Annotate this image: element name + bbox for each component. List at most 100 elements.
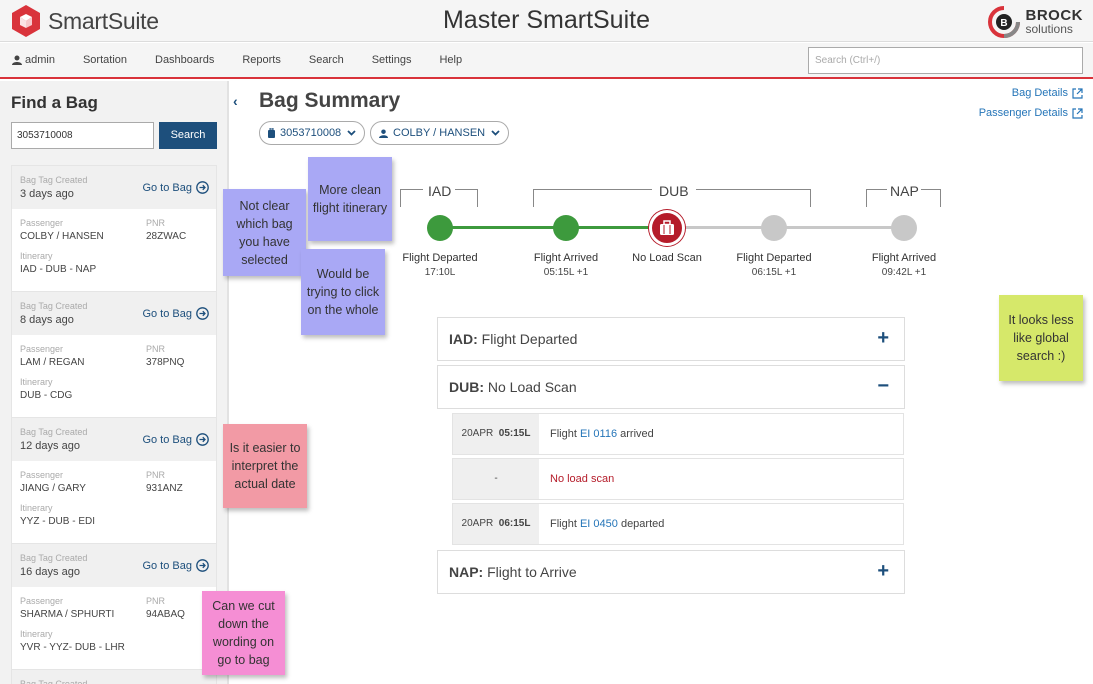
bag-tag-chip-label: 3053710008 bbox=[280, 127, 342, 139]
go-to-bag-link[interactable]: Go to Bag bbox=[142, 433, 209, 446]
timeline-step-dot-alert[interactable] bbox=[649, 210, 685, 246]
accordion-iad[interactable]: IAD: Flight Departed + bbox=[437, 317, 905, 361]
nav-dashboards[interactable]: Dashboards bbox=[155, 54, 214, 66]
main-nav: admin Sortation Dashboards Reports Searc… bbox=[0, 43, 1093, 79]
timeline-step-dot[interactable] bbox=[891, 215, 917, 241]
user-icon bbox=[12, 55, 22, 65]
bag-result-card[interactable]: Bag Tag Created 3 days ago Go to Bag Pas… bbox=[11, 165, 217, 292]
accordion-dub[interactable]: DUB: No Load Scan − bbox=[437, 365, 905, 409]
timeline-step-label: Flight Arrived bbox=[871, 252, 937, 264]
passenger-value: LAM / REGAN bbox=[20, 357, 85, 368]
brock-logo: B BROCK solutions bbox=[986, 5, 1084, 39]
passenger-details-link[interactable]: Passenger Details bbox=[979, 107, 1083, 119]
bag-result-card[interactable]: Bag Tag Created 16 days ago Go to Bag Pa… bbox=[11, 543, 217, 670]
expand-icon[interactable]: + bbox=[877, 327, 889, 350]
expand-icon[interactable]: + bbox=[877, 560, 889, 583]
event-text: Flight EI 0116 arrived bbox=[550, 428, 654, 440]
bag-result-card[interactable]: Bag Tag Created 8 days ago Go to Bag Pas… bbox=[11, 291, 217, 418]
flight-number-link[interactable]: EI 0116 bbox=[580, 428, 617, 440]
pnr-value: 28ZWAC bbox=[146, 231, 187, 242]
pnr-value: 94ABAQ bbox=[146, 609, 185, 620]
window-title: Master SmartSuite bbox=[442, 6, 650, 34]
bag-tag-chip[interactable]: 3053710008 bbox=[259, 121, 366, 145]
timeline-step-time: 17:10L bbox=[424, 267, 456, 278]
passenger-details-label: Passenger Details bbox=[978, 107, 1068, 119]
external-link-icon bbox=[1072, 87, 1083, 99]
chevron-left-icon: ‹ bbox=[233, 93, 238, 109]
sticky-note: More clean flight itinerary bbox=[308, 157, 392, 241]
go-to-bag-label: Go to Bag bbox=[142, 559, 192, 572]
accordion-status: Flight to Arrive bbox=[487, 564, 577, 580]
nav-settings[interactable]: Settings bbox=[372, 54, 412, 66]
timeline-step-time: 05:15L +1 bbox=[543, 267, 589, 278]
passenger-value: COLBY / HANSEN bbox=[20, 231, 104, 242]
event-prefix: Flight bbox=[550, 428, 580, 440]
go-to-bag-link[interactable]: Go to Bag bbox=[142, 559, 209, 572]
nav-search[interactable]: Search bbox=[309, 54, 344, 66]
smartsuite-logo-icon bbox=[12, 5, 40, 37]
timeline-step-dot[interactable] bbox=[427, 215, 453, 241]
passenger-chip[interactable]: COLBY / HANSEN bbox=[370, 121, 510, 145]
bag-tag-search-input[interactable] bbox=[11, 122, 154, 149]
timeline-step-label: No Load Scan bbox=[632, 252, 702, 264]
accordion-status: No Load Scan bbox=[487, 379, 577, 395]
go-to-bag-label: Go to Bag bbox=[142, 181, 192, 194]
itinerary-value: DUB - CDG bbox=[20, 390, 73, 401]
sticky-note: Not clear which bag you have selected bbox=[223, 189, 306, 276]
pnr-value: 931ANZ bbox=[146, 483, 183, 494]
timeline-step-label: Flight Arrived bbox=[533, 252, 599, 264]
bag-details-label: Bag Details bbox=[1011, 87, 1068, 99]
itinerary-value: YYZ - DUB - EDI bbox=[20, 516, 96, 527]
find-search-button[interactable]: Search bbox=[159, 122, 217, 149]
pnr-value: 378PNQ bbox=[146, 357, 185, 368]
user-menu[interactable]: admin bbox=[12, 54, 55, 66]
go-to-bag-link[interactable]: Go to Bag bbox=[142, 307, 209, 320]
nav-sortation[interactable]: Sortation bbox=[83, 54, 127, 66]
global-search-input[interactable] bbox=[808, 47, 1083, 74]
event-date: 20APR bbox=[461, 428, 494, 439]
smartsuite-logo[interactable]: SmartSuite bbox=[10, 4, 159, 38]
arrow-circle-right-icon bbox=[196, 181, 209, 194]
itinerary-value: IAD - DUB - NAP bbox=[20, 264, 97, 275]
accordion-airport: NAP: bbox=[449, 564, 484, 580]
sticky-note: It looks less like global search :) bbox=[999, 295, 1083, 381]
created-label: Bag Tag Created bbox=[20, 553, 88, 563]
user-name: admin bbox=[25, 54, 55, 66]
bag-details-link[interactable]: Bag Details bbox=[1012, 87, 1083, 99]
event-text: Flight EI 0450 departed bbox=[550, 518, 664, 530]
collapse-icon[interactable]: − bbox=[877, 375, 889, 398]
event-row: 20APR 05:15L Flight EI 0116 arrived bbox=[452, 413, 904, 455]
created-value: 12 days ago bbox=[20, 440, 80, 452]
accordion-nap[interactable]: NAP: Flight to Arrive + bbox=[437, 550, 905, 594]
timeline-step-label: Flight Departed bbox=[736, 252, 812, 264]
nav-help[interactable]: Help bbox=[439, 54, 462, 66]
event-row: 20APR 06:15L Flight EI 0450 departed bbox=[452, 503, 904, 545]
itinerary-label: Itinerary bbox=[20, 503, 53, 513]
passenger-label: Passenger bbox=[20, 218, 64, 228]
go-to-bag-label: Go to Bag bbox=[142, 433, 192, 446]
pnr-label: PNR bbox=[146, 470, 166, 480]
chevron-down-icon bbox=[491, 130, 500, 136]
go-to-bag-link[interactable]: Go to Bag bbox=[142, 181, 209, 194]
sticky-note: Is it easier to interpret the actual dat… bbox=[223, 424, 307, 508]
event-datetime: 20APR 05:15L bbox=[453, 414, 539, 454]
arrow-circle-right-icon bbox=[196, 433, 209, 446]
event-text: No load scan bbox=[550, 473, 615, 485]
bag-result-card[interactable]: Bag Tag Created bbox=[11, 669, 217, 684]
brock-logo-icon: B bbox=[987, 6, 1020, 38]
nav-reports[interactable]: Reports bbox=[242, 54, 281, 66]
bag-result-card[interactable]: Bag Tag Created 12 days ago Go to Bag Pa… bbox=[11, 417, 217, 544]
flight-number-link[interactable]: EI 0450 bbox=[580, 518, 618, 530]
arrow-circle-right-icon bbox=[196, 307, 209, 320]
itinerary-label: Itinerary bbox=[20, 377, 53, 387]
created-label: Bag Tag Created bbox=[20, 301, 88, 311]
suitcase-icon bbox=[660, 220, 674, 235]
page-title: Bag Summary bbox=[259, 89, 401, 112]
airport-code-dub: DUB bbox=[659, 183, 689, 199]
timeline-step-dot[interactable] bbox=[553, 215, 579, 241]
pnr-label: PNR bbox=[146, 344, 166, 354]
timeline-step-dot[interactable] bbox=[761, 215, 787, 241]
pnr-label: PNR bbox=[146, 596, 166, 606]
event-datetime: 20APR 06:15L bbox=[453, 504, 539, 544]
timeline-step-time: 06:15L +1 bbox=[751, 267, 797, 278]
